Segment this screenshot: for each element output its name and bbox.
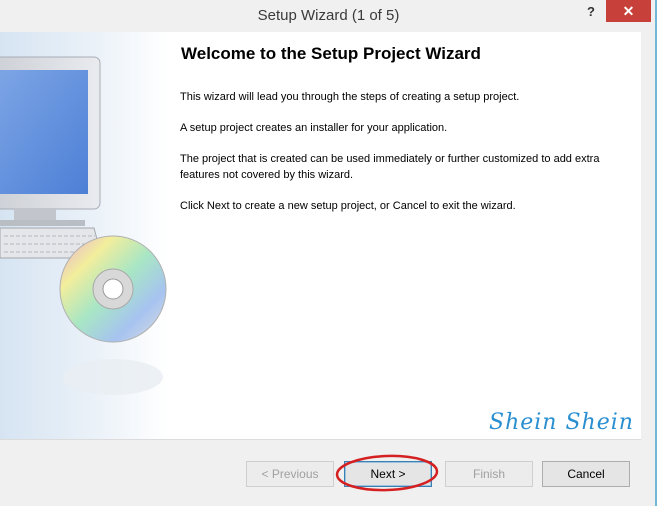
previous-button[interactable]: < Previous [246,461,334,487]
cancel-button[interactable]: Cancel [542,461,630,487]
setup-wizard-window: Setup Wizard (1 of 5) ? ✕ Welcome to the… [0,0,657,506]
intro-paragraph: This wizard will lead you through the st… [180,91,520,103]
annotation-circle [335,454,439,492]
project-description: The project that is created can be used … [180,153,600,181]
finish-button[interactable]: Finish [445,461,533,487]
instructions-text: Click Next to create a new setup project… [180,200,516,212]
title-bar[interactable]: Setup Wizard (1 of 5) ? ✕ [0,0,655,32]
window-title: Setup Wizard (1 of 5) [257,7,400,24]
computer-monitor-icon [0,56,101,226]
setup-description: A setup project creates an installer for… [180,122,448,134]
close-button[interactable]: ✕ [606,0,651,22]
divider [0,439,641,440]
wizard-content: Welcome to the Setup Project Wizard This… [0,32,641,439]
help-button[interactable]: ? [579,4,603,22]
artwork-svg [0,56,167,395]
wizard-artwork [0,32,168,439]
page-title: Welcome to the Setup Project Wizard [181,44,481,63]
watermark: Shein Shein [489,410,634,435]
cd-disc-icon [59,235,167,395]
